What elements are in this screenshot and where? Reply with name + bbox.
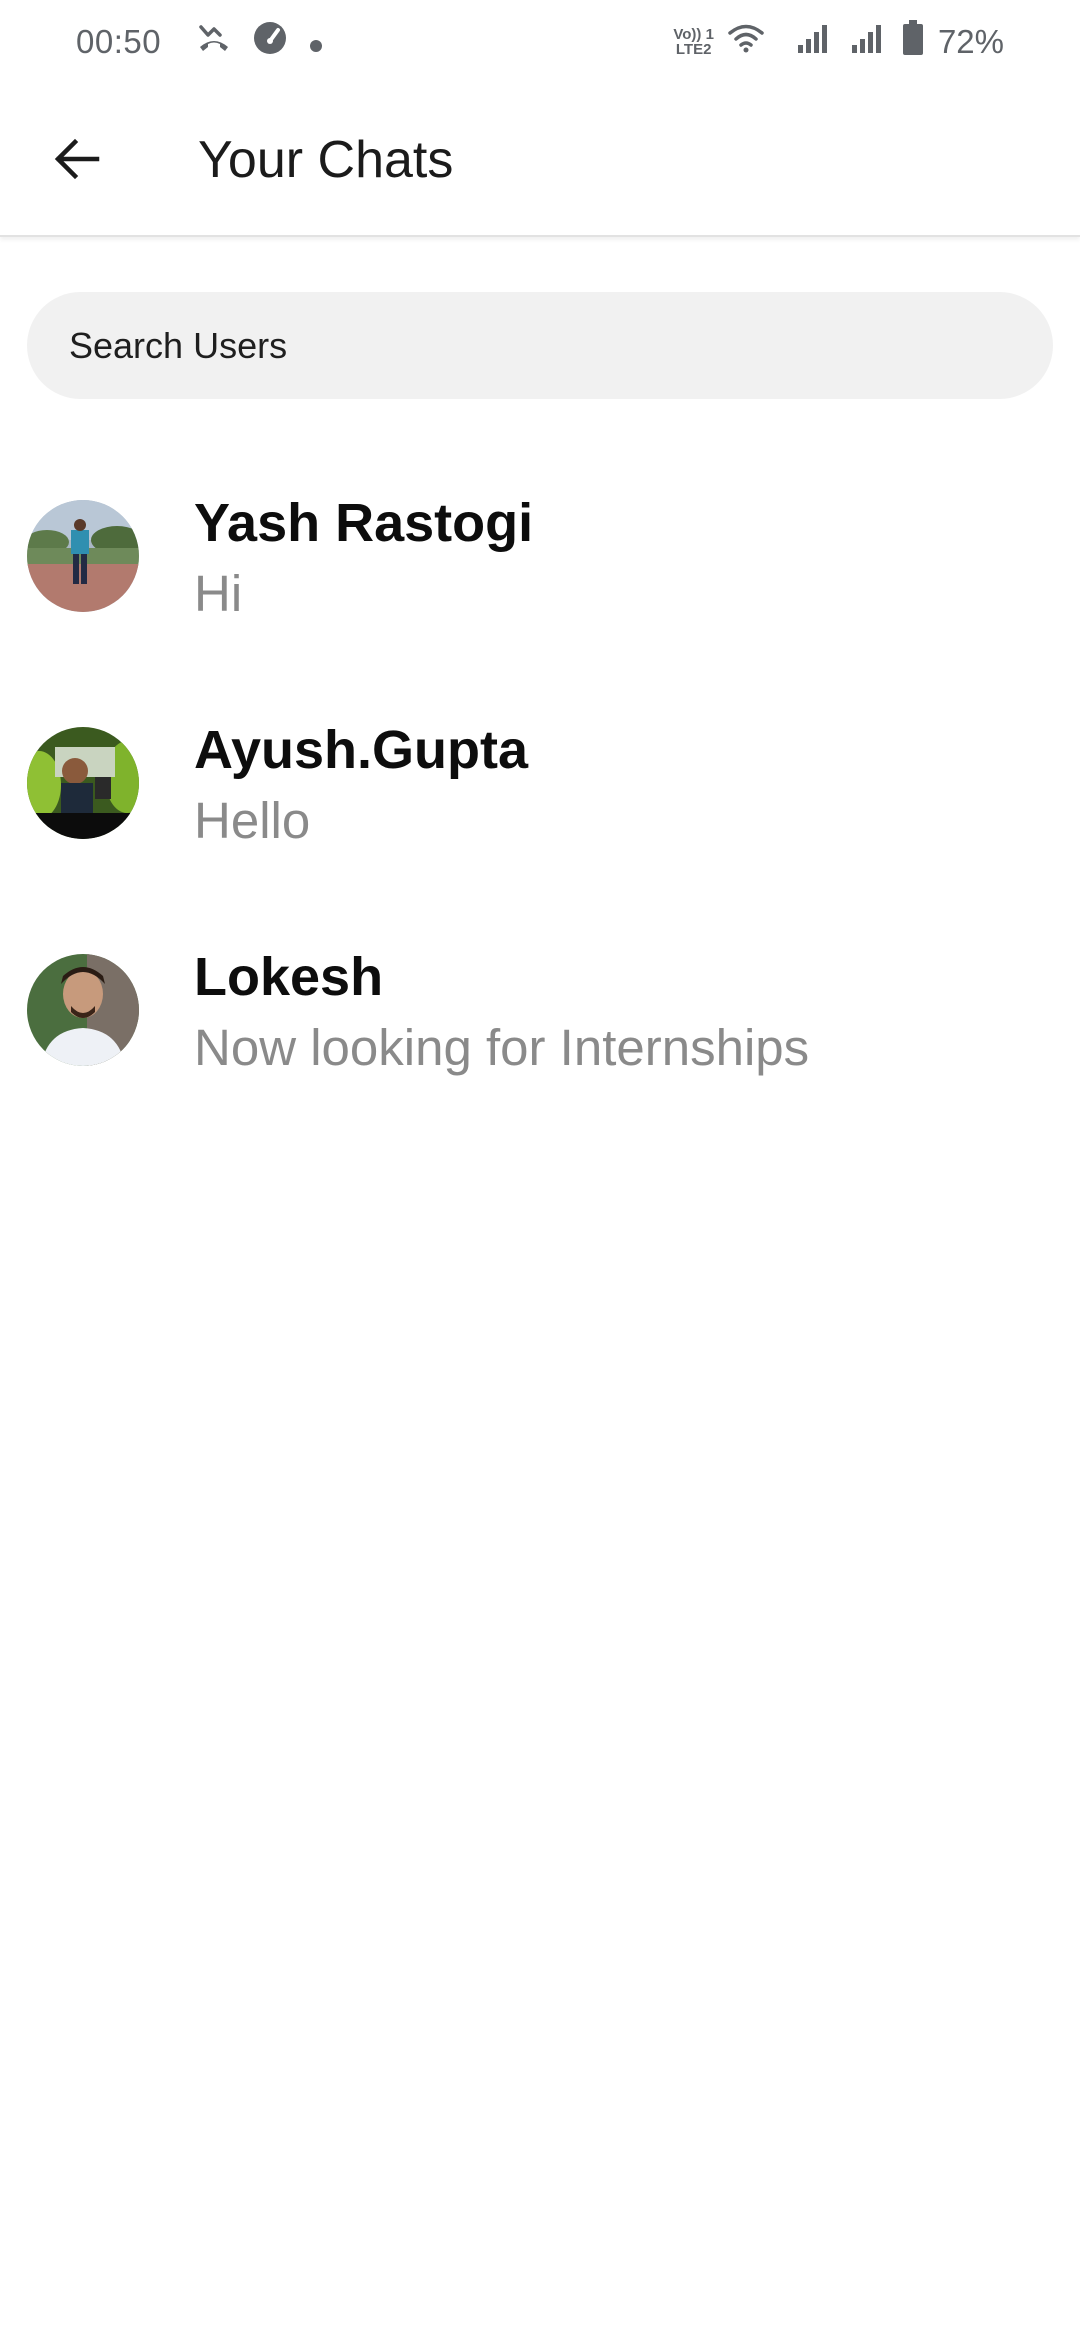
battery-percent: 72% [937, 23, 1004, 60]
avatar [27, 500, 139, 612]
signal-icon [850, 23, 884, 61]
wifi-icon [728, 23, 764, 61]
chat-list: Yash Rastogi Hi Ayush.Gupta Hello Lokesh… [0, 470, 1080, 1151]
missed-call-icon [197, 23, 231, 61]
status-left-icons [197, 21, 323, 63]
chat-item-lokesh[interactable]: Lokesh Now looking for Internships [0, 924, 1080, 1151]
avatar [27, 727, 139, 839]
status-time: 00:50 [76, 23, 162, 60]
page-title: Your Chats [198, 131, 454, 189]
back-button[interactable] [40, 124, 114, 198]
app-bar: Your Chats [0, 84, 1080, 237]
arrow-left-icon [53, 137, 101, 186]
chat-last-message: Hi [194, 565, 243, 622]
avatar [27, 954, 139, 1066]
chat-item-yash-rastogi[interactable]: Yash Rastogi Hi [0, 470, 1080, 697]
search-input[interactable] [69, 315, 1029, 376]
battery-icon [902, 20, 924, 64]
chat-last-message: Hello [194, 792, 311, 849]
status-bar: 00:50 Vo)) 1 LTE2 72% [0, 0, 1080, 84]
speedometer-icon [253, 21, 287, 63]
chat-name: Lokesh [194, 947, 384, 1007]
search-box[interactable] [27, 292, 1053, 399]
status-right: Vo)) 1 LTE2 72% [673, 0, 1004, 84]
chat-name: Ayush.Gupta [194, 720, 529, 780]
signal-icon [796, 23, 830, 61]
chat-last-message: Now looking for Internships [194, 1019, 810, 1076]
volte-lte-icon: Vo)) 1 LTE2 [673, 26, 714, 58]
chat-name: Yash Rastogi [194, 493, 534, 553]
notification-dot-icon [309, 24, 323, 61]
chat-item-ayush-gupta[interactable]: Ayush.Gupta Hello [0, 697, 1080, 924]
